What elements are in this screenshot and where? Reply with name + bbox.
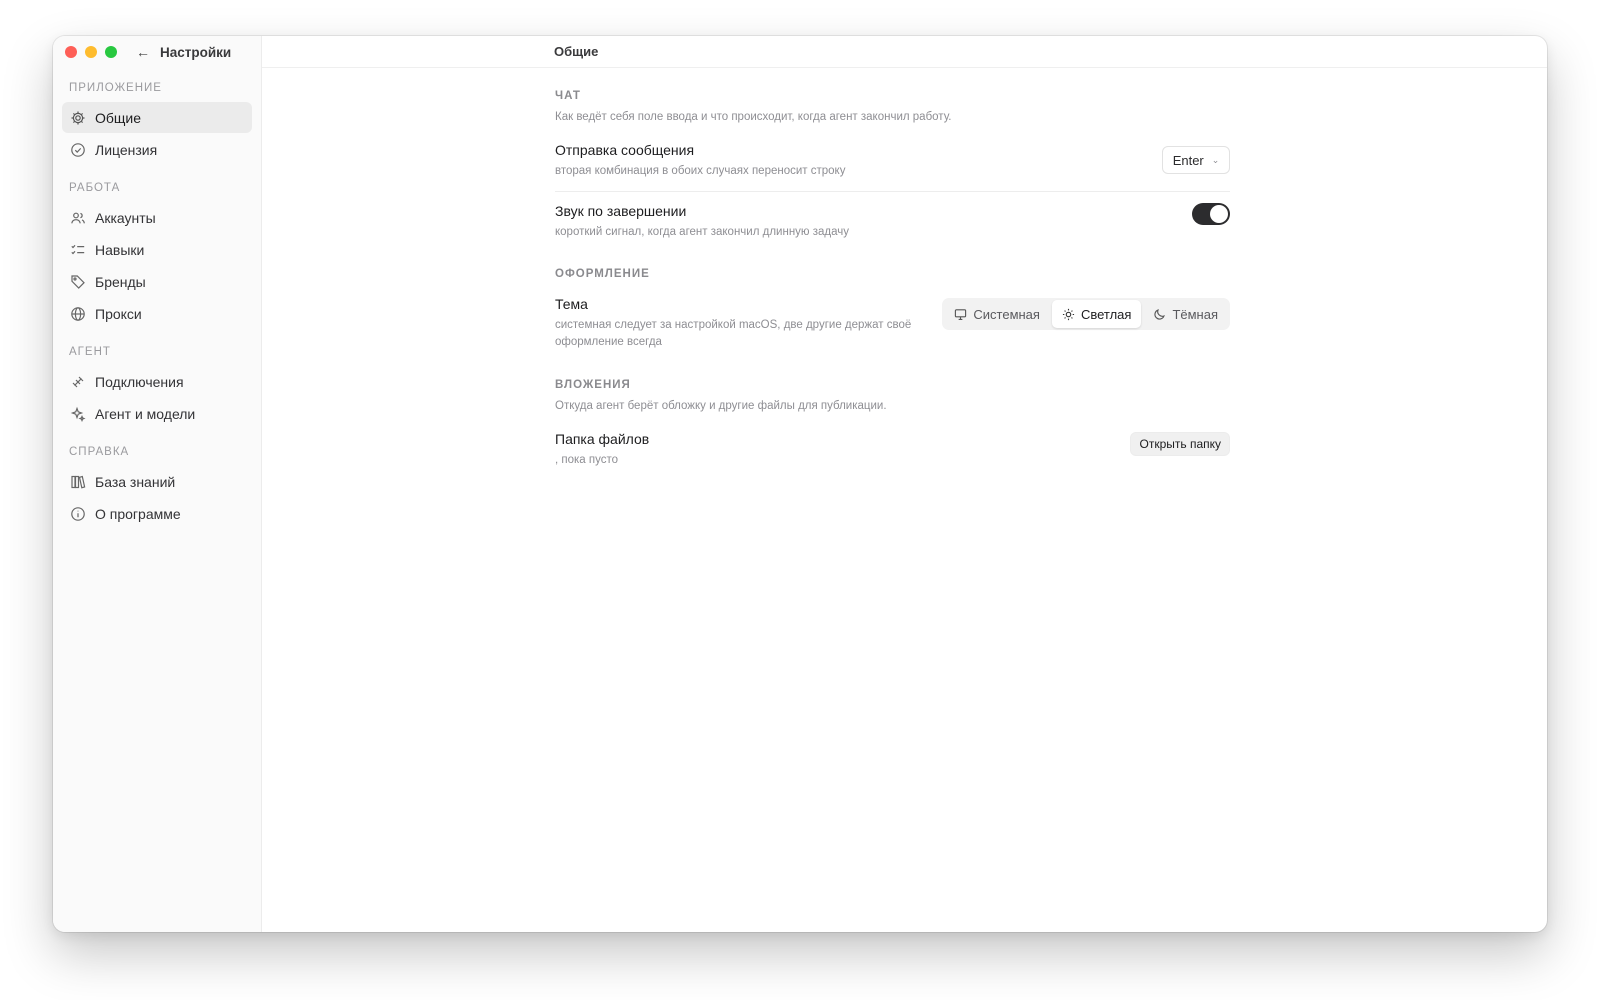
setting-label: Звук по завершении bbox=[555, 202, 687, 219]
setting-send-message: Отправка сообщения вторая комбинация в о… bbox=[555, 141, 1230, 179]
minimize-window-button[interactable] bbox=[85, 46, 97, 58]
setting-label: Отправка сообщения bbox=[555, 141, 695, 158]
setting-completion-sound: Звук по завершении короткий сигнал, когд… bbox=[555, 202, 1230, 240]
main-panel: Общие ЧАТ Как ведёт себя поле ввода и чт… bbox=[262, 36, 1547, 932]
open-folder-button[interactable]: Открыть папку bbox=[1130, 432, 1230, 456]
chevron-down-icon: ⌄ bbox=[1211, 154, 1220, 165]
zoom-window-button[interactable] bbox=[105, 46, 117, 58]
sidebar-item-label: Бренды bbox=[95, 273, 146, 290]
sidebar-item-license[interactable]: Лицензия bbox=[62, 134, 252, 165]
close-window-button[interactable] bbox=[65, 46, 77, 58]
sidebar-item-label: Лицензия bbox=[95, 141, 158, 158]
moon-icon bbox=[1154, 308, 1166, 320]
main-header: Общие bbox=[262, 36, 1547, 68]
section-title-work: РАБОТА bbox=[69, 182, 121, 194]
settings-content: ЧАТ Как ведёт себя поле ввода и что прои… bbox=[555, 68, 1230, 468]
titlebar: ← Настройки bbox=[53, 36, 261, 68]
sidebar-item-brands[interactable]: Бренды bbox=[62, 266, 252, 297]
setting-hint: системная следует за настройкой macOS, д… bbox=[555, 319, 912, 348]
sidebar-item-label: Подключения bbox=[95, 373, 184, 390]
sidebar-item-about[interactable]: О программе bbox=[62, 498, 252, 529]
setting-label: Тема bbox=[555, 296, 588, 312]
group-title-appearance: ОФОРМЛЕНИЕ bbox=[555, 268, 650, 280]
gear-icon bbox=[71, 111, 85, 124]
tag-icon bbox=[71, 274, 85, 289]
sidebar-item-general[interactable]: Общие bbox=[62, 102, 252, 133]
globe-icon bbox=[71, 306, 85, 321]
monitor-icon bbox=[955, 308, 967, 320]
sidebar-item-knowledge-base[interactable]: База знаний bbox=[62, 466, 252, 497]
page-title: Общие bbox=[554, 44, 599, 59]
setting-theme: Тема системная следует за настройкой mac… bbox=[555, 295, 1230, 351]
sun-icon bbox=[1062, 308, 1075, 320]
completion-sound-toggle[interactable] bbox=[1192, 203, 1230, 225]
theme-option-label: Тёмная bbox=[1172, 306, 1218, 322]
sidebar-nav: ПРИЛОЖЕНИЕ Общие Лицензия РАБОТА Аккаунт… bbox=[62, 80, 252, 530]
sidebar-item-skills[interactable]: Навыки bbox=[62, 234, 252, 265]
sidebar-item-label: Общие bbox=[95, 109, 142, 126]
window-controls bbox=[65, 46, 117, 58]
setting-text: Тема системная следует за настройкой mac… bbox=[555, 295, 925, 351]
section-title-help: СПРАВКА bbox=[69, 446, 130, 458]
setting-label: Папка файлов bbox=[555, 430, 650, 447]
sparkle-icon bbox=[70, 406, 86, 422]
toggle-knob bbox=[1210, 205, 1228, 223]
group-desc-attachments: Откуда агент берёт обложку и другие файл… bbox=[555, 400, 887, 412]
theme-option-label: Светлая bbox=[1080, 306, 1132, 322]
group-title-attachments: ВЛОЖЕНИЯ bbox=[555, 379, 631, 391]
divider bbox=[555, 191, 1230, 192]
sidebar-item-label: Аккаунты bbox=[95, 209, 156, 226]
sidebar-item-label: О программе bbox=[95, 505, 181, 522]
theme-segmented-control: Системная Светлая Тёмная bbox=[942, 298, 1230, 330]
back-label: Настройки bbox=[160, 44, 232, 60]
check-circle-icon bbox=[71, 142, 85, 157]
sidebar: ← Настройки ПРИЛОЖЕНИЕ Общие Лицензия РА… bbox=[53, 36, 262, 932]
theme-option-label: Системная bbox=[973, 306, 1040, 322]
section-title-app: ПРИЛОЖЕНИЕ bbox=[69, 82, 162, 94]
send-key-select[interactable]: Enter ⌄ bbox=[1162, 146, 1230, 174]
group-desc-chat: Как ведёт себя поле ввода и что происход… bbox=[555, 111, 952, 123]
library-icon bbox=[71, 475, 86, 488]
sidebar-item-label: База знаний bbox=[95, 473, 176, 490]
list-check-icon bbox=[71, 244, 85, 254]
theme-option-dark[interactable]: Тёмная bbox=[1143, 300, 1228, 328]
setting-text: Папка файлов , пока пусто bbox=[555, 430, 649, 469]
section-title-agent: АГЕНТ bbox=[69, 346, 111, 358]
users-icon bbox=[71, 212, 85, 223]
sidebar-item-agent-models[interactable]: Агент и модели bbox=[62, 398, 252, 429]
settings-window: ← Настройки ПРИЛОЖЕНИЕ Общие Лицензия РА… bbox=[53, 36, 1547, 932]
sidebar-item-proxy[interactable]: Прокси bbox=[62, 298, 252, 329]
setting-hint: короткий сигнал, когда агент закончил дл… bbox=[555, 225, 850, 238]
theme-option-light[interactable]: Светлая bbox=[1051, 300, 1142, 328]
group-title-chat: ЧАТ bbox=[555, 90, 581, 102]
setting-hint: , пока пусто bbox=[555, 453, 619, 466]
sidebar-item-label: Агент и модели bbox=[95, 405, 196, 422]
sidebar-item-accounts[interactable]: Аккаунты bbox=[62, 202, 252, 233]
setting-files-folder: Папка файлов , пока пусто Открыть папку bbox=[555, 430, 1230, 468]
sidebar-item-connections[interactable]: Подключения bbox=[62, 366, 252, 397]
send-key-value: Enter bbox=[1172, 152, 1204, 168]
back-button[interactable]: ← Настройки bbox=[136, 44, 231, 60]
arrow-left-icon: ← bbox=[136, 44, 150, 60]
sidebar-item-label: Прокси bbox=[95, 305, 142, 322]
setting-text: Отправка сообщения вторая комбинация в о… bbox=[555, 141, 845, 180]
info-icon bbox=[71, 506, 85, 521]
sidebar-item-label: Навыки bbox=[95, 241, 145, 258]
plug-icon bbox=[72, 376, 84, 387]
setting-hint: вторая комбинация в обоих случаях перено… bbox=[555, 164, 846, 177]
setting-text: Звук по завершении короткий сигнал, когд… bbox=[555, 202, 849, 241]
theme-option-system[interactable]: Системная bbox=[944, 300, 1050, 328]
